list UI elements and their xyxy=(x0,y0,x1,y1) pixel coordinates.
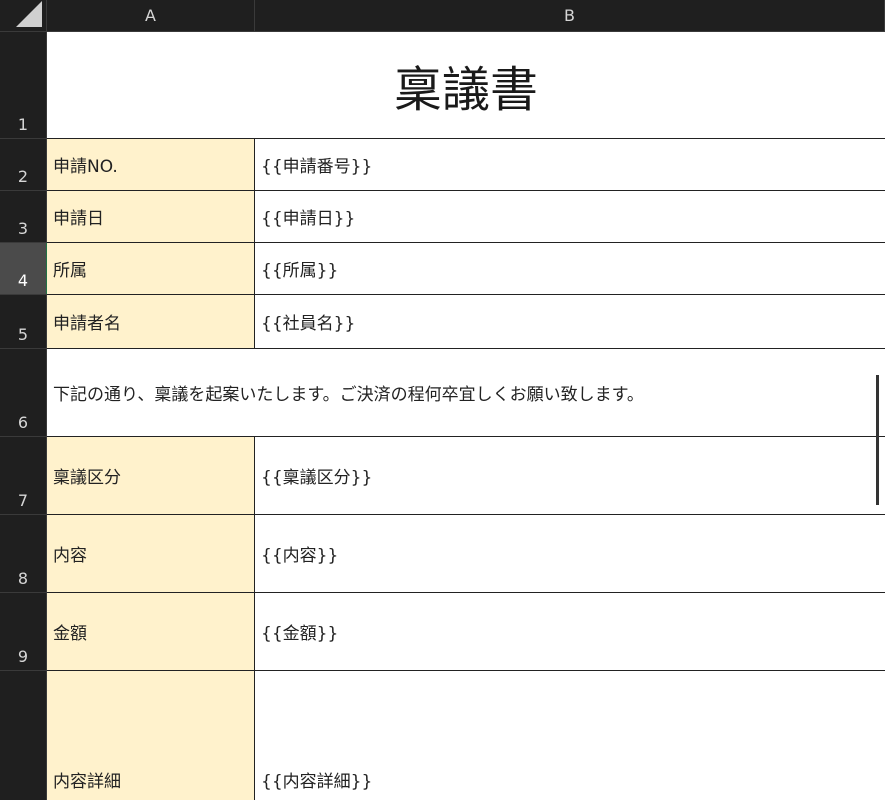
row-header-7[interactable]: 7 xyxy=(0,437,47,515)
cell-a4[interactable]: 所属 xyxy=(47,243,255,295)
cell-b9[interactable]: {{金額}} xyxy=(255,593,885,671)
select-all-icon xyxy=(16,1,42,27)
cell-a3[interactable]: 申請日 xyxy=(47,191,255,243)
column-header-a[interactable]: A xyxy=(47,0,255,32)
cell-b4[interactable]: {{所属}} xyxy=(255,243,885,295)
column-header-b[interactable]: B xyxy=(255,0,885,32)
row-header-8[interactable]: 8 xyxy=(0,515,47,593)
cell-a9[interactable]: 金額 xyxy=(47,593,255,671)
cell-a8[interactable]: 内容 xyxy=(47,515,255,593)
cell-a10[interactable]: 内容詳細 xyxy=(47,671,255,800)
row-header-5[interactable]: 5 xyxy=(0,295,47,349)
row-header-4[interactable]: 4 xyxy=(0,243,47,295)
cell-a7[interactable]: 稟議区分 xyxy=(47,437,255,515)
row-header-2[interactable]: 2 xyxy=(0,139,47,191)
worksheet-grid[interactable]: 稟議書 申請NO. {{申請番号}} 申請日 {{申請日}} 所属 {{所属}}… xyxy=(47,32,885,800)
row-header-9[interactable]: 9 xyxy=(0,593,47,671)
cell-b8[interactable]: {{内容}} xyxy=(255,515,885,593)
vertical-scrollbar[interactable] xyxy=(876,375,879,505)
row-header-3[interactable]: 3 xyxy=(0,191,47,243)
row-header-10[interactable] xyxy=(0,671,47,800)
cell-b3[interactable]: {{申請日}} xyxy=(255,191,885,243)
select-all-corner[interactable] xyxy=(0,0,47,32)
cell-b2[interactable]: {{申請番号}} xyxy=(255,139,885,191)
document-title[interactable]: 稟議書 xyxy=(47,32,885,139)
cell-a5[interactable]: 申請者名 xyxy=(47,295,255,349)
cell-a2[interactable]: 申請NO. xyxy=(47,139,255,191)
cell-a6-note[interactable]: 下記の通り、稟議を起案いたします。ご決済の程何卒宜しくお願い致します。 xyxy=(47,349,885,437)
cell-b10[interactable]: {{内容詳細}} xyxy=(255,671,885,800)
cell-b5[interactable]: {{社員名}} xyxy=(255,295,885,349)
row-header-1[interactable]: 1 xyxy=(0,32,47,139)
row-header-6[interactable]: 6 xyxy=(0,349,47,437)
cell-b7[interactable]: {{稟議区分}} xyxy=(255,437,885,515)
